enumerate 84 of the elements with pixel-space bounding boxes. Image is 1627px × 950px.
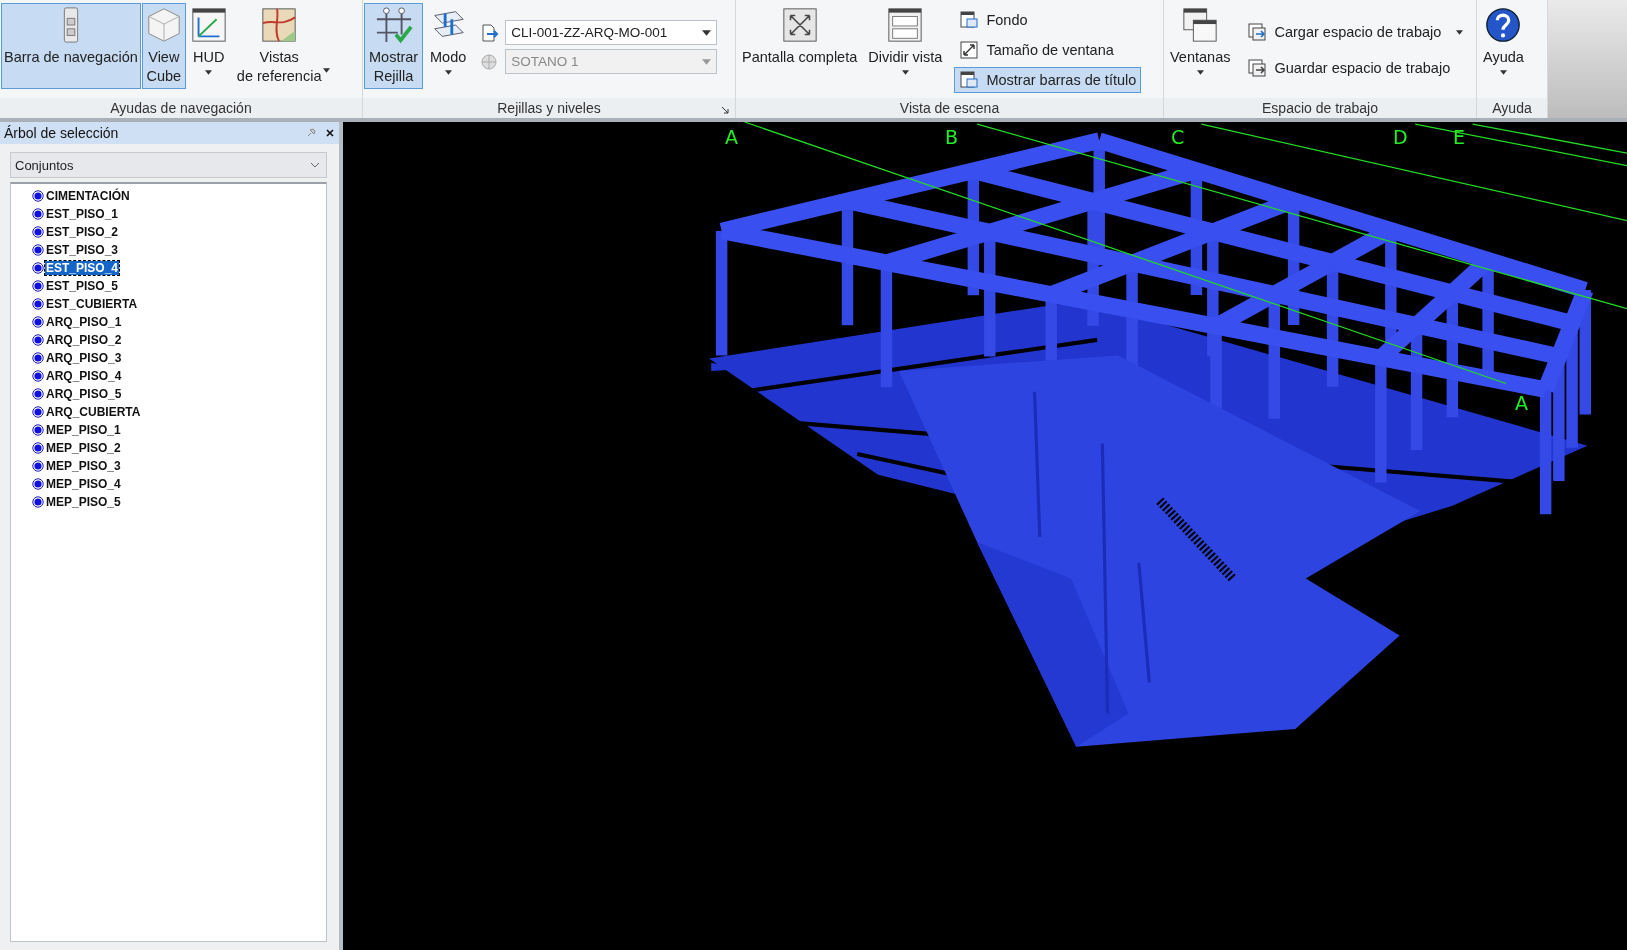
globe-icon: [479, 51, 500, 72]
group-label: Rejillas y niveles: [363, 98, 735, 118]
group-label: Ayuda: [1477, 98, 1547, 118]
axes-icon: [189, 6, 228, 44]
tree-item[interactable]: ARQ_CUBIERTA: [45, 405, 142, 419]
grid-label: E: [1453, 126, 1465, 148]
set-icon: [32, 496, 44, 508]
tree-item[interactable]: MEP_PISO_5: [45, 495, 122, 509]
tree-item[interactable]: EST_PISO_2: [45, 225, 120, 239]
grid-label: B: [945, 126, 959, 148]
ribbon-button[interactable]: Cargar espacio de trabajo: [1242, 19, 1469, 45]
grid-label: A: [725, 126, 738, 148]
launcher-icon[interactable]: [721, 106, 729, 114]
document-arrow-icon: [479, 22, 500, 43]
close-icon[interactable]: [325, 128, 335, 138]
ribbon-button[interactable]: Modo: [424, 3, 473, 89]
set-icon: [32, 406, 44, 418]
set-icon: [32, 352, 44, 364]
set-icon: [32, 208, 44, 220]
title-bar-icon: [959, 70, 980, 90]
group-label: Ayudas de navegación: [0, 98, 362, 118]
ribbon-button[interactable]: Ventanas: [1165, 3, 1236, 89]
set-icon: [32, 334, 44, 346]
set-icon: [32, 226, 44, 238]
set-icon: [32, 316, 44, 328]
ribbon-button[interactable]: Mostrar barras de título: [954, 67, 1142, 93]
tree-item[interactable]: EST_PISO_3: [45, 243, 120, 257]
ribbon-button[interactable]: Ayuda: [1478, 3, 1529, 89]
ribbon-button[interactable]: Guardar espacio de trabajo: [1242, 55, 1469, 81]
help-icon: [1484, 6, 1523, 44]
sets-dropdown[interactable]: Conjuntos: [10, 152, 327, 178]
tree-item[interactable]: EST_PISO_1: [45, 207, 120, 221]
tree-item[interactable]: MEP_PISO_2: [45, 441, 122, 455]
set-icon: [32, 460, 44, 472]
set-icon: [32, 370, 44, 382]
tree-item[interactable]: EST_PISO_4: [45, 261, 120, 275]
windows-icon: [1181, 6, 1220, 44]
set-icon: [32, 244, 44, 256]
chevron-down-icon: [310, 162, 320, 168]
ribbon-button[interactable]: HUD: [186, 3, 231, 89]
level-dropdown[interactable]: CLI-001-ZZ-ARQ-MO-001: [505, 20, 718, 45]
set-icon: [32, 478, 44, 490]
caret-icon: [702, 58, 712, 65]
window-arrow-icon: [1247, 22, 1268, 42]
window-icon: [959, 10, 980, 30]
tree-item[interactable]: CIMENTACIÓN: [45, 189, 131, 203]
tree-item[interactable]: ARQ_PISO_5: [45, 387, 123, 401]
ribbon-button[interactable]: Mostrar Rejilla: [364, 3, 424, 89]
grid-label: A: [1515, 392, 1528, 414]
split-window-icon: [886, 6, 925, 44]
tree-item[interactable]: ARQ_PISO_3: [45, 351, 123, 365]
ribbon-button[interactable]: Vistas de referencia: [233, 3, 335, 89]
window-save-icon: [1247, 58, 1268, 78]
tree-item[interactable]: MEP_PISO_4: [45, 477, 122, 491]
caret-icon: [702, 29, 712, 36]
set-icon: [32, 190, 44, 202]
tree-item[interactable]: MEP_PISO_3: [45, 459, 122, 473]
tree-item[interactable]: MEP_PISO_1: [45, 423, 122, 437]
expand-arrows-icon: [780, 6, 819, 44]
group-label: Vista de escena: [736, 98, 1163, 118]
grid-check-icon: [374, 6, 413, 44]
set-icon: [32, 424, 44, 436]
panel-title: Árbol de selección: [4, 125, 119, 141]
pin-icon[interactable]: [305, 127, 317, 139]
map-icon: [260, 6, 299, 44]
set-icon: [32, 442, 44, 454]
tree-item[interactable]: ARQ_PISO_2: [45, 333, 123, 347]
ribbon-button[interactable]: Tamaño de ventana: [954, 37, 1142, 63]
tree-item[interactable]: EST_PISO_5: [45, 279, 120, 293]
ribbon-button[interactable]: Fondo: [954, 7, 1142, 33]
ribbon-button[interactable]: Barra de navegación: [1, 3, 141, 89]
set-icon: [32, 280, 44, 292]
set-icon: [32, 388, 44, 400]
tree-item[interactable]: EST_CUBIERTA: [45, 297, 139, 311]
group-label: Espacio de trabajo: [1164, 98, 1476, 118]
ribbon-button[interactable]: Dividir vista: [863, 3, 948, 89]
set-icon: [32, 298, 44, 310]
ribbon-button[interactable]: View Cube: [141, 3, 186, 89]
grid-label: D: [1393, 126, 1408, 148]
grid-label: C: [1171, 126, 1185, 148]
tree-item[interactable]: ARQ_PISO_4: [45, 369, 123, 383]
tree-item[interactable]: ARQ_PISO_1: [45, 315, 123, 329]
set-icon: [32, 262, 44, 274]
ribbon-button[interactable]: Pantalla completa: [737, 3, 863, 89]
